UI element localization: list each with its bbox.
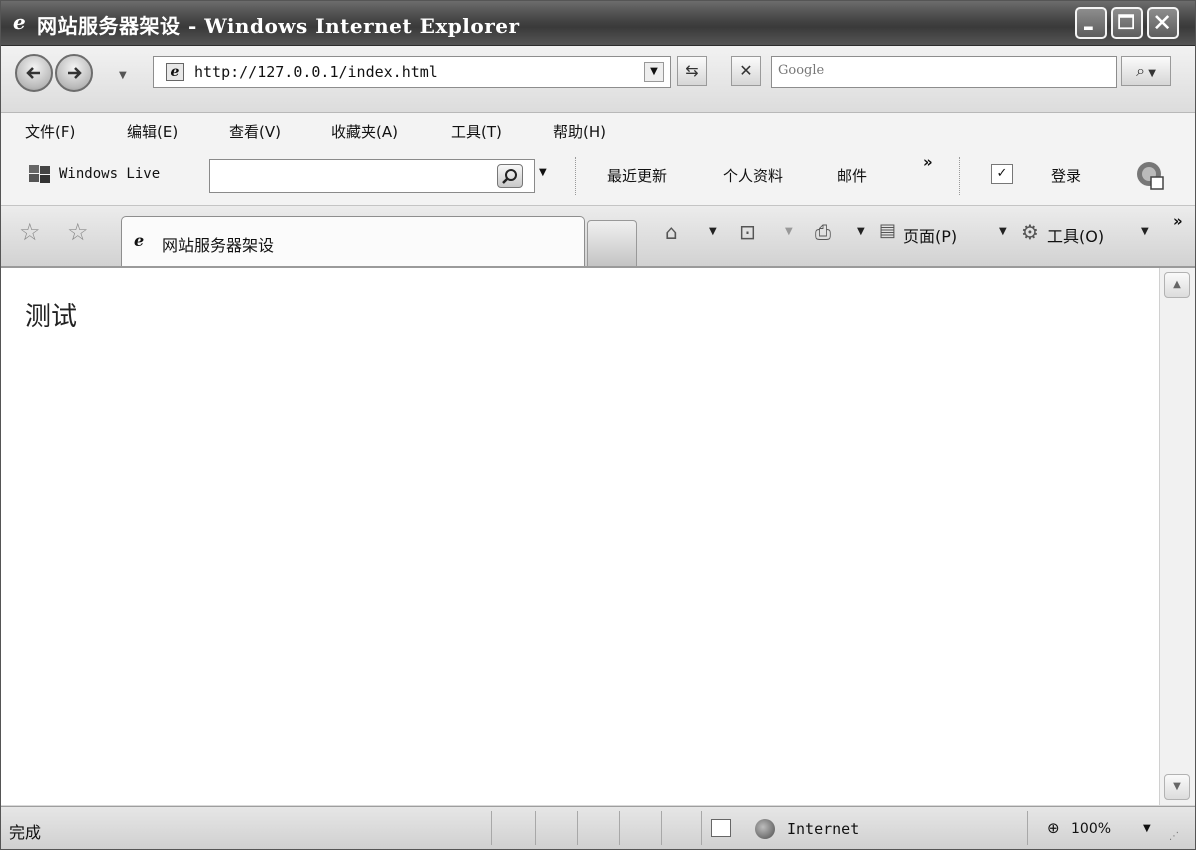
chevron-down-icon[interactable]: ▼	[539, 167, 547, 178]
recent-pages-dropdown[interactable]: ▼	[119, 70, 127, 81]
search-placeholder: Google	[778, 63, 825, 78]
gear-icon: ⚙	[1021, 220, 1039, 244]
status-text: 完成	[9, 823, 42, 842]
sign-in-link[interactable]: 登录	[1051, 165, 1081, 186]
forward-arrow-icon	[68, 67, 82, 79]
window-title: 网站服务器架设 - Windows Internet Explorer	[37, 14, 520, 38]
windows-live-toolbar: Windows Live ▼ 最近更新 个人资料 邮件 » ✓ 登录	[1, 147, 1195, 206]
page-menu[interactable]: 页面(P)	[903, 223, 957, 247]
menu-bar: 文件(F) 编辑(E) 查看(V) 收藏夹(A) 工具(T) 帮助(H)	[1, 113, 1195, 147]
menu-help[interactable]: 帮助(H)	[553, 121, 606, 142]
back-button[interactable]	[15, 54, 53, 92]
stop-icon: ✕	[739, 61, 753, 80]
address-toolbar: ▼ e http://127.0.0.1/index.html ▼ ⇆ ✕ Go…	[1, 46, 1195, 113]
close-icon	[1155, 15, 1170, 30]
status-divider	[1027, 811, 1028, 845]
status-bar: 完成 Internet ⊕ 100% ▼ ⋰	[1, 806, 1195, 849]
more-chevron-icon[interactable]: »	[923, 153, 933, 171]
resize-grip-icon[interactable]: ⋰	[1169, 831, 1179, 842]
menu-tools[interactable]: 工具(T)	[451, 121, 502, 142]
scroll-up-button[interactable]: ▲	[1164, 272, 1190, 298]
more-chevron-icon[interactable]: »	[1173, 212, 1183, 230]
page-icon: e	[166, 63, 184, 81]
windows-live-label: Windows Live	[59, 166, 161, 182]
maximize-icon	[1118, 14, 1134, 30]
close-button[interactable]	[1147, 7, 1179, 39]
divider	[959, 157, 961, 195]
search-icon: ⌕	[1136, 61, 1146, 80]
chevron-down-icon: ▼	[1145, 68, 1156, 79]
chevron-down-icon[interactable]: ▼	[1143, 823, 1151, 834]
security-zone[interactable]: Internet	[787, 820, 859, 838]
tab-command-bar: ☆ ☆ e 网站服务器架设 ⌂ ▼ ⊡ ▼ ⎙ ▼ ▤ 页面(P) ▼ ⚙ 工具…	[1, 206, 1195, 268]
search-button[interactable]: ⌕ ▼	[1121, 56, 1171, 86]
menu-view[interactable]: 查看(V)	[229, 121, 281, 142]
add-favorites-icon[interactable]: ☆	[67, 218, 89, 246]
live-link-mail[interactable]: 邮件	[837, 165, 867, 186]
vertical-scrollbar[interactable]: ▲ ▼	[1159, 268, 1195, 805]
globe-icon	[755, 819, 775, 839]
chevron-down-icon[interactable]: ▼	[999, 226, 1007, 237]
divider	[575, 157, 577, 195]
new-tab-button[interactable]	[587, 220, 637, 266]
chevron-down-icon[interactable]: ▼	[709, 226, 717, 237]
minimize-icon	[1084, 26, 1093, 30]
page-content: 测试	[1, 268, 1159, 805]
live-search-input[interactable]	[209, 159, 535, 193]
back-arrow-icon	[26, 67, 40, 79]
menu-file[interactable]: 文件(F)	[25, 121, 75, 142]
chevron-down-icon[interactable]: ▼	[644, 62, 664, 82]
live-search-button[interactable]	[497, 164, 523, 188]
live-link-profile[interactable]: 个人资料	[723, 165, 783, 186]
live-link-recent[interactable]: 最近更新	[607, 165, 667, 186]
address-field[interactable]: e http://127.0.0.1/index.html ▼	[153, 56, 671, 88]
printer-icon[interactable]: ⎙	[815, 220, 831, 244]
menu-edit[interactable]: 编辑(E)	[127, 121, 178, 142]
forward-button[interactable]	[55, 54, 93, 92]
protected-mode-icon[interactable]	[711, 819, 731, 837]
checkbox-icon[interactable]: ✓	[991, 164, 1013, 184]
favorites-star-icon[interactable]: ☆	[19, 218, 41, 246]
status-divider	[535, 811, 536, 845]
ie-window: e 网站服务器架设 - Windows Internet Explorer ▼ …	[0, 0, 1196, 850]
zoom-icon: ⊕	[1047, 819, 1060, 837]
scroll-down-button[interactable]: ▼	[1164, 774, 1190, 800]
url-text: http://127.0.0.1/index.html	[194, 63, 438, 81]
status-divider	[701, 811, 702, 845]
tools-menu[interactable]: 工具(O)	[1047, 223, 1104, 247]
rss-feed-icon[interactable]: ⊡	[739, 220, 756, 244]
page-body-text: 测试	[25, 302, 78, 332]
messenger-avatar-icon[interactable]	[1135, 159, 1165, 191]
tab-active[interactable]: e 网站服务器架设	[121, 216, 585, 266]
zoom-level[interactable]: 100%	[1071, 821, 1111, 837]
chevron-down-icon[interactable]: ▼	[785, 226, 793, 237]
refresh-icon: ⇆	[685, 61, 699, 80]
status-divider	[577, 811, 578, 845]
menu-favorites[interactable]: 收藏夹(A)	[331, 121, 398, 142]
page-icon: ▤	[879, 220, 897, 241]
home-icon[interactable]: ⌂	[665, 220, 678, 244]
ie-logo-icon: e	[13, 10, 26, 34]
refresh-button[interactable]: ⇆	[677, 56, 707, 86]
ie-logo-icon: e	[134, 231, 145, 250]
maximize-button[interactable]	[1111, 7, 1143, 39]
status-divider	[661, 811, 662, 845]
search-input[interactable]: Google	[771, 56, 1117, 88]
status-divider	[619, 811, 620, 845]
status-divider	[491, 811, 492, 845]
search-icon	[502, 169, 517, 184]
title-bar[interactable]: e 网站服务器架设 - Windows Internet Explorer	[1, 1, 1195, 46]
chevron-down-icon[interactable]: ▼	[1141, 226, 1149, 237]
stop-button[interactable]: ✕	[731, 56, 761, 86]
tab-title: 网站服务器架设	[162, 236, 275, 255]
windows-live-logo-icon	[29, 165, 50, 183]
chevron-down-icon[interactable]: ▼	[857, 226, 865, 237]
minimize-button[interactable]	[1075, 7, 1107, 39]
